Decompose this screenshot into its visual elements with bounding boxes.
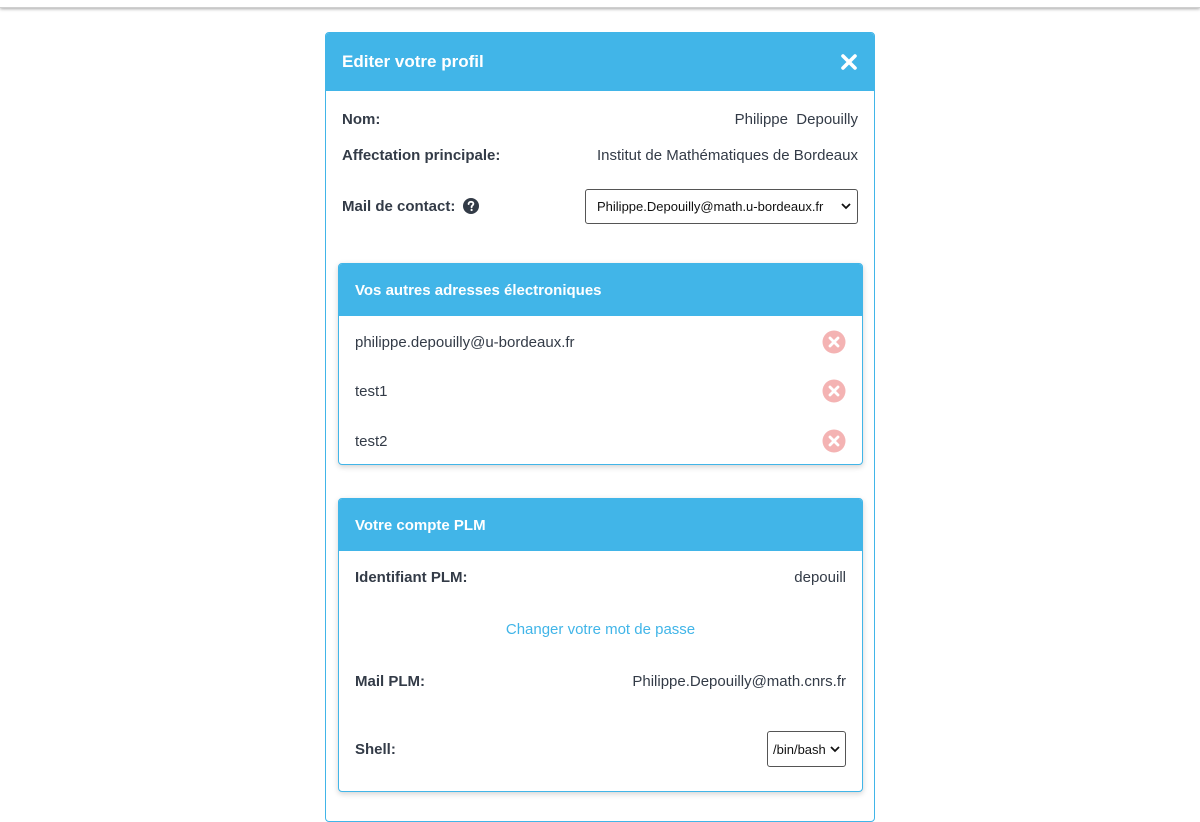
contact-mail-selected: Philippe.Depouilly@math.u-bordeaux.fr — [597, 198, 824, 214]
modal-header: Editer votre profil — [326, 33, 874, 91]
plm-mail-label: Mail PLM: — [355, 672, 425, 690]
affiliation-label: Affectation principale: — [342, 146, 501, 164]
chevron-down-icon — [841, 203, 851, 210]
plm-id-label: Identifiant PLM: — [355, 568, 468, 586]
other-address-email: test2 — [355, 432, 388, 450]
plm-id-row: Identifiant PLM: depouill — [355, 567, 846, 587]
contact-mail-row: Mail de contact: Philippe.Depouilly@math… — [342, 188, 858, 224]
shell-select[interactable]: /bin/bash — [767, 731, 846, 767]
other-addresses-header: Vos autres adresses électroniques — [339, 264, 862, 316]
plm-account-header: Votre compte PLM — [339, 499, 862, 551]
affiliation-row: Affectation principale: Institut de Math… — [342, 145, 858, 165]
affiliation-value: Institut de Mathématiques de Bordeaux — [597, 146, 858, 164]
question-circle-icon[interactable] — [463, 198, 480, 214]
shell-selected: /bin/bash — [773, 741, 826, 757]
plm-account-card: Votre compte PLM Identifiant PLM: depoui… — [338, 498, 863, 792]
shell-row: Shell: /bin/bash — [355, 731, 846, 767]
other-addresses-card: Vos autres adresses électroniques philip… — [338, 263, 863, 465]
plm-mail-value: Philippe.Depouilly@math.cnrs.fr — [632, 672, 846, 690]
change-password-link[interactable]: Changer votre mot de passe — [506, 621, 695, 638]
contact-mail-label-group: Mail de contact: — [342, 197, 480, 215]
list-item: test1 — [355, 379, 846, 403]
name-row: Nom: Philippe Depouilly — [342, 109, 858, 129]
list-item: philippe.depouilly@u-bordeaux.fr — [355, 330, 846, 354]
plm-id-value: depouill — [794, 568, 846, 586]
name-value: Philippe Depouilly — [734, 110, 858, 128]
close-icon — [841, 54, 857, 70]
shell-label: Shell: — [355, 740, 396, 758]
name-label: Nom: — [342, 110, 381, 128]
plm-mail-row: Mail PLM: Philippe.Depouilly@math.cnrs.f… — [355, 671, 846, 691]
close-button[interactable] — [839, 52, 859, 72]
chevron-down-icon — [830, 746, 840, 753]
top-bar — [0, 0, 1200, 8]
remove-circle-icon[interactable] — [822, 379, 846, 403]
modal-title: Editer votre profil — [342, 52, 484, 71]
change-password-row: Changer votre mot de passe — [355, 619, 846, 639]
contact-mail-label: Mail de contact: — [342, 197, 456, 215]
list-item: test2 — [355, 429, 846, 453]
remove-circle-icon[interactable] — [822, 429, 846, 453]
edit-profile-modal: Editer votre profil Nom: Philippe Depoui… — [325, 32, 875, 822]
other-address-email: test1 — [355, 382, 388, 400]
remove-circle-icon[interactable] — [822, 330, 846, 354]
other-address-email: philippe.depouilly@u-bordeaux.fr — [355, 333, 575, 351]
contact-mail-select[interactable]: Philippe.Depouilly@math.u-bordeaux.fr — [585, 188, 858, 224]
